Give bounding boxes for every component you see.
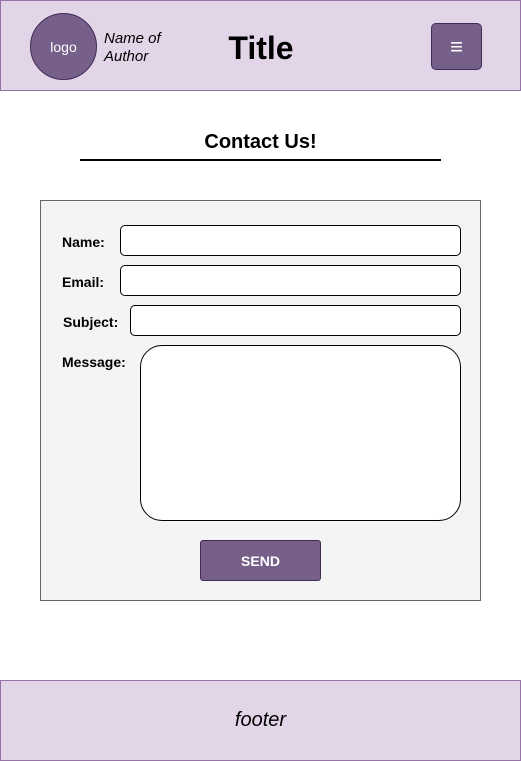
logo[interactable]: logo xyxy=(30,13,97,80)
footer: footer xyxy=(0,680,521,761)
email-label: Email: xyxy=(62,274,105,290)
hamburger-menu-icon: ≡ xyxy=(450,33,463,59)
send-button[interactable]: SEND xyxy=(200,540,321,581)
name-input[interactable] xyxy=(120,225,461,256)
message-label: Message: xyxy=(62,354,126,370)
message-textarea[interactable] xyxy=(140,345,461,521)
contact-heading: Contact Us! xyxy=(204,131,317,153)
email-input[interactable] xyxy=(120,265,461,296)
name-label: Name: xyxy=(62,234,105,250)
page: logo Name of Author Title ≡ Contact Us! … xyxy=(0,0,521,761)
footer-text: footer xyxy=(234,709,287,731)
author-name: Name of Author xyxy=(104,30,184,66)
subject-label: Subject: xyxy=(63,314,119,330)
page-title: Title xyxy=(228,30,294,66)
subject-input[interactable] xyxy=(130,305,461,336)
menu-button[interactable]: ≡ xyxy=(431,23,482,70)
author-line-2: Author xyxy=(104,48,149,65)
header: logo Name of Author Title ≡ xyxy=(0,0,521,91)
logo-text: logo xyxy=(50,38,77,55)
heading-divider xyxy=(80,159,441,161)
author-line-1: Name of xyxy=(104,30,161,47)
send-button-label: SEND xyxy=(241,552,280,569)
